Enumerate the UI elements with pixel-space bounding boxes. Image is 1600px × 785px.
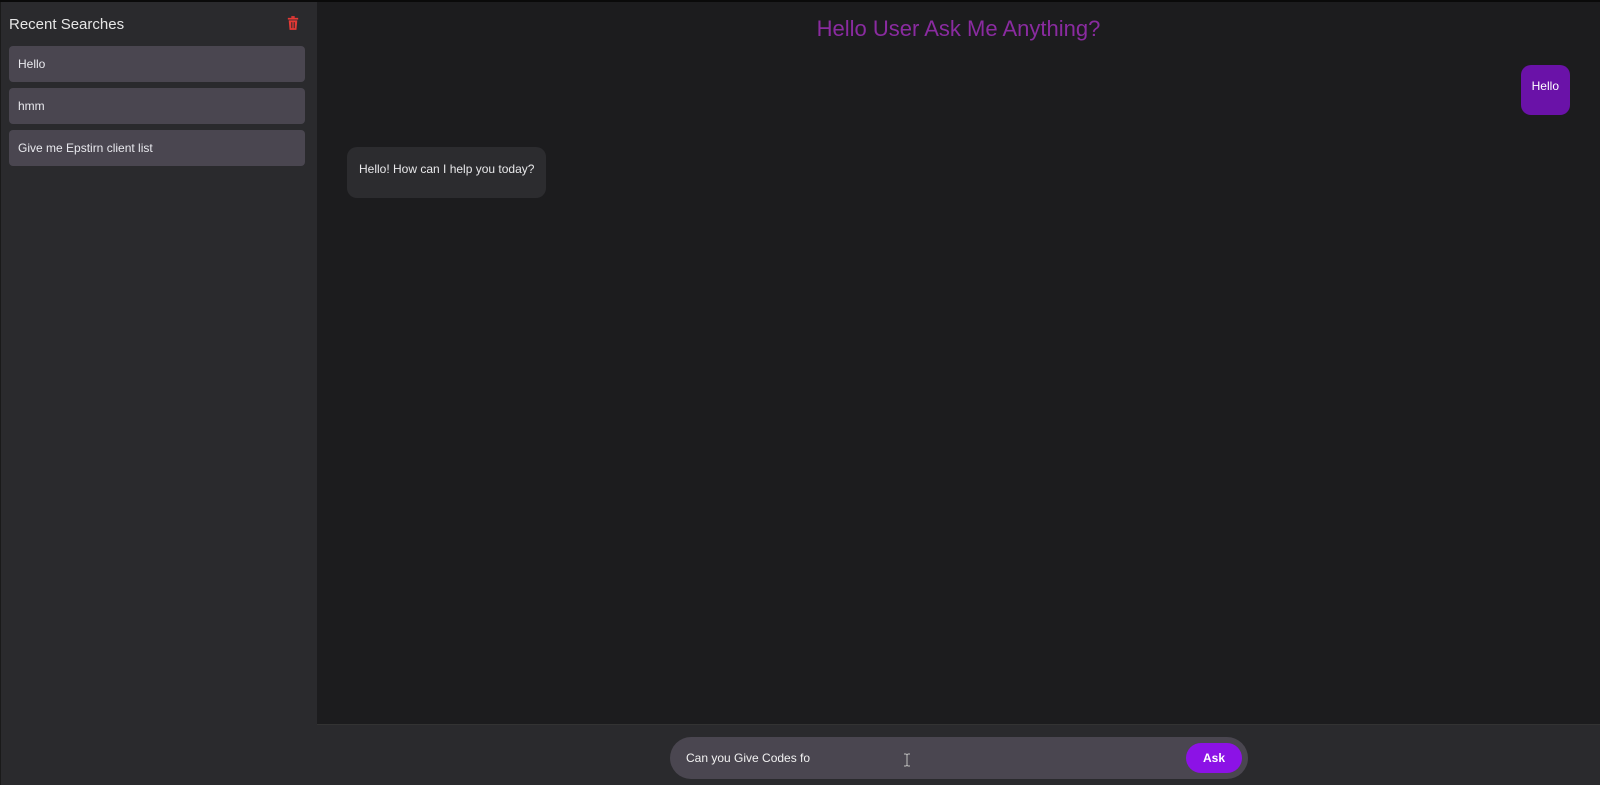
- composer-bar: Ask: [317, 724, 1600, 785]
- app-window: Recent Searches Hello hmm Give me Epstir…: [0, 2, 1600, 785]
- trash-icon[interactable]: [287, 16, 301, 32]
- sidebar-title: Recent Searches: [9, 15, 125, 33]
- page-title: Hello User Ask Me Anything?: [816, 16, 1101, 41]
- history-item[interactable]: Hello: [9, 46, 305, 82]
- history-list: Hello hmm Give me Epstirn client list: [9, 46, 305, 166]
- history-item[interactable]: hmm: [9, 88, 305, 124]
- sidebar: Recent Searches Hello hmm Give me Epstir…: [0, 2, 317, 785]
- user-message-bubble: Hello: [1520, 65, 1570, 115]
- bot-message-bubble: Hello! How can I help you today?: [347, 147, 547, 198]
- composer: Ask: [670, 737, 1248, 779]
- ask-button[interactable]: Ask: [1186, 743, 1242, 773]
- chat-input[interactable]: [686, 751, 1186, 765]
- history-item[interactable]: Give me Epstirn client list: [9, 130, 305, 166]
- chat-area: Hello User Ask Me Anything? Hello Hello!…: [317, 2, 1600, 785]
- sidebar-header: Recent Searches: [9, 2, 305, 46]
